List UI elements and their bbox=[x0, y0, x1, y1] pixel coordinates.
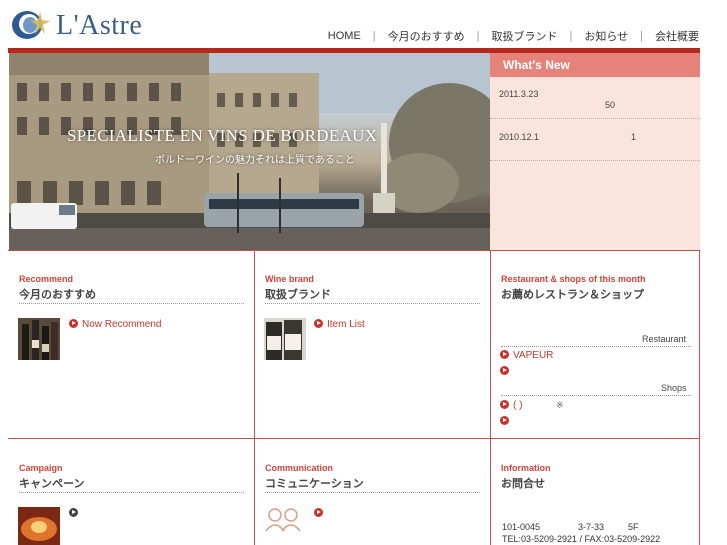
nav-recommend[interactable]: 今月のおすすめ bbox=[376, 28, 477, 44]
arrow-right-icon bbox=[500, 416, 509, 425]
logo-text: L'Astre bbox=[56, 10, 143, 41]
link-label: Item List bbox=[327, 319, 365, 330]
nav-news[interactable]: お知らせ bbox=[572, 28, 640, 44]
dotted-divider bbox=[501, 395, 691, 396]
arrow-right-icon bbox=[500, 350, 509, 359]
arrow-right-icon bbox=[314, 508, 323, 517]
section-title: 今月のおすすめ bbox=[19, 289, 96, 301]
news-text[interactable]: 50 bbox=[605, 100, 615, 110]
shop-link[interactable] bbox=[500, 416, 513, 427]
wine-brand-thumbnail[interactable] bbox=[264, 318, 306, 360]
section-tag: Recommend bbox=[19, 274, 74, 284]
arrow-right-icon bbox=[69, 319, 78, 328]
tel-fax: TEL:03-5209-2921 / FAX:03-5209-2922 bbox=[502, 534, 661, 544]
hero-subtitle: ボルドーワインの魅力それは上質であること bbox=[155, 155, 355, 166]
section-tag: Restaurant & shops of this month bbox=[501, 274, 646, 284]
grid-divider bbox=[254, 250, 255, 545]
section-title: コミュニケーション bbox=[265, 478, 364, 490]
section-tag: Wine brand bbox=[265, 274, 314, 284]
dotted-divider bbox=[265, 303, 480, 304]
postal-code: 101-0045 bbox=[502, 522, 541, 532]
whats-new-panel: What's New 2011.3.23 50 2010.12.1 1 bbox=[490, 53, 700, 250]
link-label: Now Recommend bbox=[82, 319, 162, 330]
communication-link[interactable] bbox=[314, 508, 327, 519]
people-icon[interactable] bbox=[264, 505, 304, 535]
arrow-right-icon bbox=[314, 319, 323, 328]
news-date: 2011.3.23 bbox=[499, 89, 539, 99]
section-tag: Communication bbox=[265, 463, 334, 473]
dotted-divider bbox=[19, 492, 244, 493]
nav-company[interactable]: 会社概要 bbox=[643, 28, 699, 44]
item-list-link[interactable]: Item List bbox=[314, 319, 365, 330]
restaurant-link-vapeur[interactable]: VAPEUR bbox=[500, 350, 553, 361]
shops-label: Shops bbox=[661, 383, 687, 393]
content-grid: Recommend 今月のおすすめ Now Recommend Wine bra… bbox=[8, 250, 700, 545]
arrow-right-icon bbox=[69, 508, 78, 517]
nav-home[interactable]: HOME bbox=[316, 30, 373, 42]
restaurant-link[interactable] bbox=[500, 366, 513, 377]
section-title: お薦めレストラン＆ショップ bbox=[501, 289, 644, 301]
dotted-divider bbox=[19, 303, 244, 304]
star-logo-icon bbox=[12, 11, 50, 39]
campaign-thumbnail[interactable] bbox=[18, 507, 60, 545]
campaign-link[interactable] bbox=[69, 508, 82, 519]
link-label: VAPEUR bbox=[513, 350, 554, 361]
now-recommend-link[interactable]: Now Recommend bbox=[69, 319, 161, 330]
shop-link[interactable]: ( ) bbox=[500, 400, 522, 411]
dotted-divider bbox=[265, 492, 480, 493]
recommend-thumbnail[interactable] bbox=[18, 318, 60, 360]
grid-divider bbox=[8, 438, 700, 439]
news-item[interactable]: 2010.12.1 1 bbox=[490, 119, 700, 161]
address-floor: 5F bbox=[628, 522, 639, 532]
whats-new-heading: What's New bbox=[490, 53, 700, 77]
section-tag: Campaign bbox=[19, 463, 63, 473]
main-nav: HOME | 今月のおすすめ | 取扱ブランド | お知らせ | 会社概要 bbox=[316, 28, 699, 44]
news-date: 2010.12.1 bbox=[499, 132, 540, 142]
news-item[interactable]: 2011.3.23 50 bbox=[490, 77, 700, 119]
hero-title: SPECIALISTE EN VINS DE BORDEAUX bbox=[67, 126, 378, 145]
news-text[interactable]: 1 bbox=[631, 132, 636, 142]
restaurant-label: Restaurant bbox=[642, 334, 687, 344]
site-logo[interactable]: L'Astre bbox=[10, 7, 180, 43]
site-header: L'Astre HOME | 今月のおすすめ | 取扱ブランド | お知らせ |… bbox=[0, 0, 727, 50]
dotted-divider bbox=[501, 346, 691, 347]
grid-divider bbox=[490, 250, 491, 545]
section-tag: Information bbox=[501, 463, 551, 473]
shop-note-mark: ※ bbox=[556, 400, 564, 410]
grid-divider bbox=[699, 250, 700, 545]
section-title: キャンペーン bbox=[19, 478, 85, 490]
link-label: ( ) bbox=[513, 400, 523, 411]
nav-brands[interactable]: 取扱ブランド bbox=[480, 28, 570, 44]
hero-banner: SPECIALISTE EN VINS DE BORDEAUX ボルドーワインの… bbox=[9, 53, 490, 250]
arrow-right-icon bbox=[500, 400, 509, 409]
arrow-right-icon bbox=[500, 366, 509, 375]
section-title: お問合せ bbox=[501, 478, 545, 490]
grid-divider bbox=[8, 250, 700, 251]
address-number: 3-7-33 bbox=[578, 522, 605, 532]
section-title: 取扱ブランド bbox=[265, 289, 331, 301]
